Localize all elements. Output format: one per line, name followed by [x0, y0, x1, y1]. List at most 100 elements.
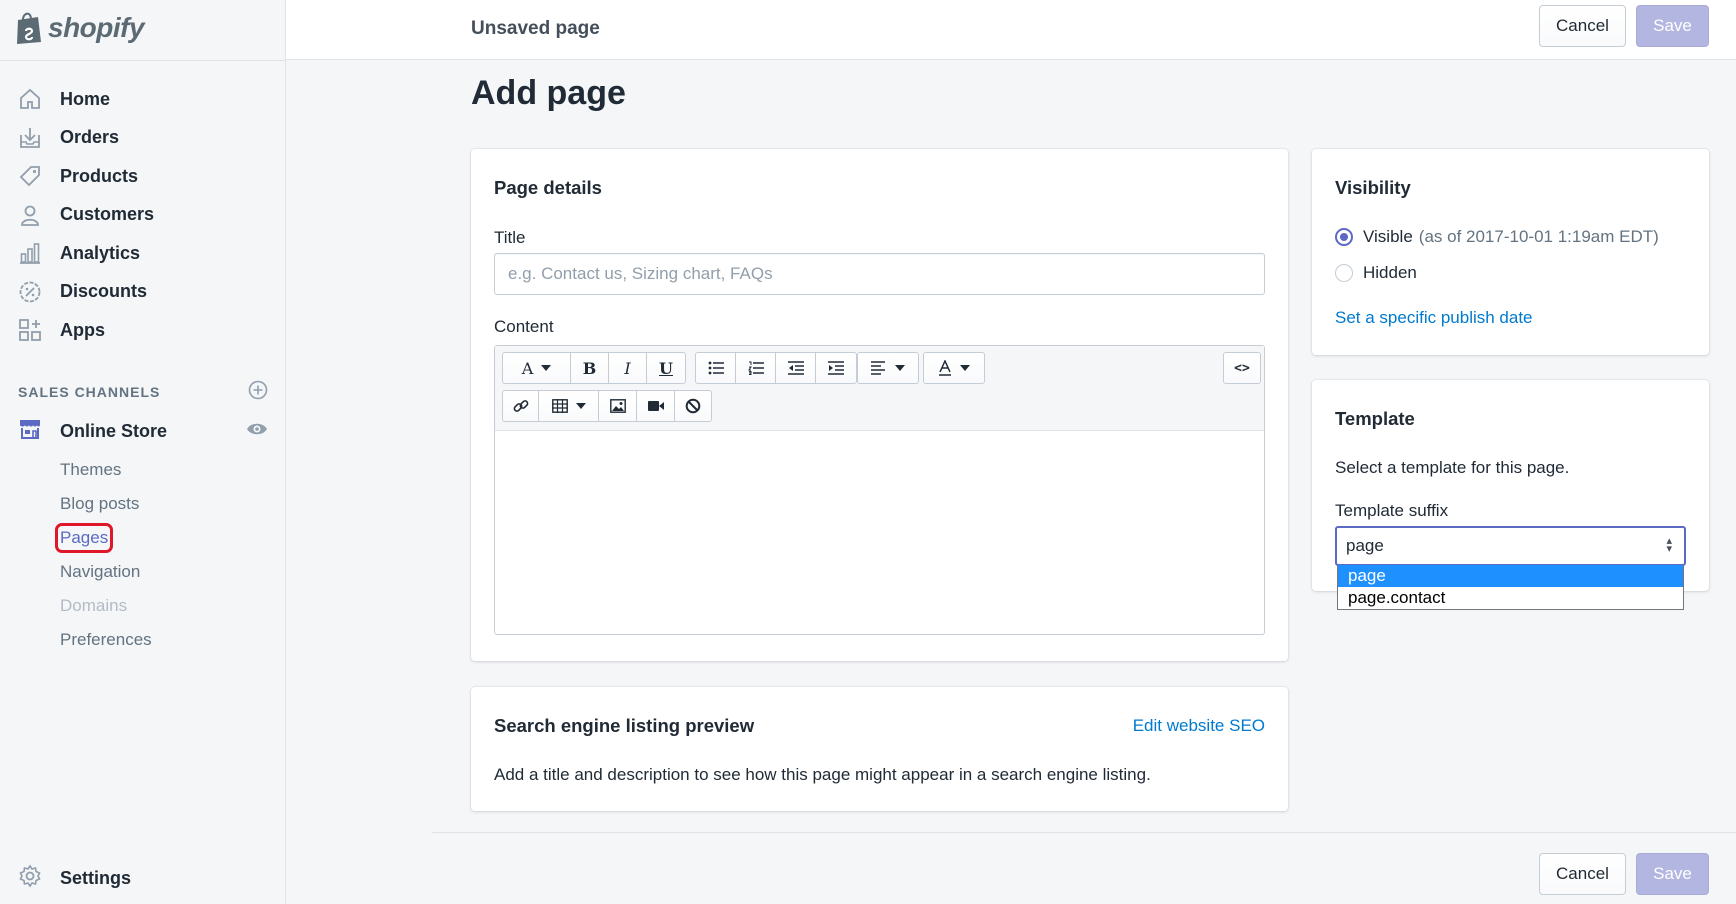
template-selected-value: page [1346, 536, 1384, 555]
no-entry-icon [685, 398, 701, 414]
sidebar-item-label: Customers [60, 204, 155, 225]
template-description: Select a template for this page. [1335, 458, 1570, 477]
footer-cancel-button[interactable]: Cancel [1539, 853, 1626, 895]
chevron-down-icon [575, 403, 586, 409]
indent-icon [828, 361, 844, 375]
sidebar-item-analytics[interactable]: Analytics [0, 234, 286, 273]
sidebar-item-orders[interactable]: Orders [0, 119, 286, 158]
video-button[interactable] [637, 391, 675, 421]
hidden-radio[interactable]: Hidden [1335, 263, 1417, 283]
subnav-item-domains[interactable]: Domains [60, 589, 152, 623]
rich-text-editor: A B I U <> [494, 345, 1265, 635]
top-bar: Unsaved page Cancel Save [286, 0, 1736, 60]
toolbar-group-insert [502, 390, 712, 422]
dropdown-option[interactable]: page.contact [1338, 587, 1683, 609]
eye-icon[interactable] [246, 421, 268, 442]
sidebar-item-label: Discounts [60, 281, 148, 302]
sidebar-item-label: Products [60, 165, 139, 186]
bullet-list-icon [708, 361, 724, 375]
visible-note: (as of 2017-10-01 1:19am EDT) [1418, 227, 1659, 246]
numbered-list-button[interactable] [736, 353, 776, 383]
sales-channels-header: SALES CHANNELS [18, 380, 268, 404]
subnav-item-pages[interactable]: Pages [55, 521, 152, 555]
content-label: Content [494, 317, 554, 336]
page-title: Add page [471, 74, 626, 112]
orders-icon [18, 126, 42, 150]
brand-wordmark: shopify [48, 12, 145, 43]
title-input[interactable]: e.g. Contact us, Sizing chart, FAQs [494, 253, 1265, 295]
subnav-item-blog-posts[interactable]: Blog posts [60, 487, 152, 521]
save-button[interactable]: Save [1636, 5, 1709, 47]
chevron-down-icon [895, 365, 905, 371]
italic-button[interactable]: I [609, 353, 647, 383]
online-store-subnav: Themes Blog posts Pages Navigation Domai… [55, 453, 152, 657]
table-button[interactable] [539, 391, 599, 421]
edit-website-seo-link[interactable]: Edit website SEO [1133, 716, 1265, 736]
visible-radio[interactable]: Visible (as of 2017-10-01 1:19am EDT) [1335, 227, 1659, 247]
select-arrows-icon: ▴ ▾ [1666, 535, 1672, 555]
sidebar-item-discounts[interactable]: Discounts [0, 273, 286, 312]
align-button[interactable] [858, 353, 918, 383]
sidebar-item-label: Orders [60, 127, 120, 148]
hidden-label: Hidden [1363, 263, 1417, 282]
sidebar-item-products[interactable]: Products [0, 157, 286, 196]
table-icon [551, 399, 568, 413]
divider [0, 60, 286, 61]
visibility-card: Visibility Visible (as of 2017-10-01 1:1… [1312, 149, 1709, 355]
pages-highlight-box: Pages [55, 523, 114, 553]
sidebar-item-online-store[interactable]: Online Store [18, 418, 268, 444]
page-details-card: Page details Title e.g. Contact us, Sizi… [471, 149, 1288, 661]
outdent-button[interactable] [776, 353, 816, 383]
align-left-icon [871, 361, 885, 375]
home-icon [18, 87, 42, 111]
storefront-icon [18, 417, 42, 446]
chevron-down-icon [541, 365, 552, 371]
subnav-item-preferences[interactable]: Preferences [60, 623, 152, 657]
sidebar-item-label: Home [60, 88, 111, 109]
cancel-button[interactable]: Cancel [1539, 5, 1626, 47]
link-button[interactable] [503, 391, 539, 421]
set-publish-date-link[interactable]: Set a specific publish date [1335, 308, 1533, 328]
title-label: Title [494, 228, 526, 247]
footer-divider [432, 832, 1736, 833]
template-heading: Template [1335, 408, 1415, 429]
font-style-button[interactable]: A [503, 353, 571, 383]
outdent-icon [787, 361, 804, 375]
sales-channels-heading: SALES CHANNELS [18, 384, 161, 400]
sidebar-item-customers[interactable]: Customers [0, 196, 286, 235]
bullet-list-button[interactable] [696, 353, 736, 383]
add-channel-icon[interactable] [248, 380, 268, 405]
image-button[interactable] [599, 391, 637, 421]
shopify-logo[interactable]: shopify [14, 8, 145, 48]
footer-save-button[interactable]: Save [1636, 853, 1709, 895]
toolbar-group-color [923, 352, 985, 384]
main-nav: Home Orders Products Customers Analytics [0, 80, 286, 350]
discount-icon [18, 280, 42, 304]
sidebar-item-apps[interactable]: Apps [0, 311, 286, 350]
sidebar-item-home[interactable]: Home [0, 80, 286, 119]
editor-toolbar: A B I U <> [495, 346, 1264, 431]
radio-checked-icon [1335, 228, 1353, 246]
html-toggle-button[interactable]: <> [1224, 353, 1260, 383]
visibility-heading: Visibility [1335, 177, 1411, 198]
shopify-bag-icon [17, 12, 41, 44]
numbered-list-icon [747, 361, 764, 375]
chevron-down-icon [960, 365, 970, 371]
subnav-item-navigation[interactable]: Navigation [60, 555, 152, 589]
bold-button[interactable]: B [571, 353, 609, 383]
toolbar-group-align [857, 352, 919, 384]
toolbar-group-html: <> [1223, 352, 1261, 384]
template-suffix-select[interactable]: page ▴ ▾ [1335, 526, 1686, 566]
visible-label: Visible [1363, 227, 1413, 246]
editor-body[interactable] [495, 432, 1264, 634]
underline-button[interactable]: U [647, 353, 685, 383]
subnav-item-themes[interactable]: Themes [60, 453, 152, 487]
online-store-label: Online Store [60, 420, 168, 441]
link-icon [513, 400, 528, 412]
sidebar-item-settings[interactable]: Settings [18, 864, 131, 893]
sidebar: shopify Home Orders Products Customers A… [0, 0, 286, 904]
indent-button[interactable] [816, 353, 856, 383]
text-color-button[interactable] [924, 353, 984, 383]
dropdown-option[interactable]: page [1338, 565, 1683, 587]
clear-format-button[interactable] [675, 391, 711, 421]
